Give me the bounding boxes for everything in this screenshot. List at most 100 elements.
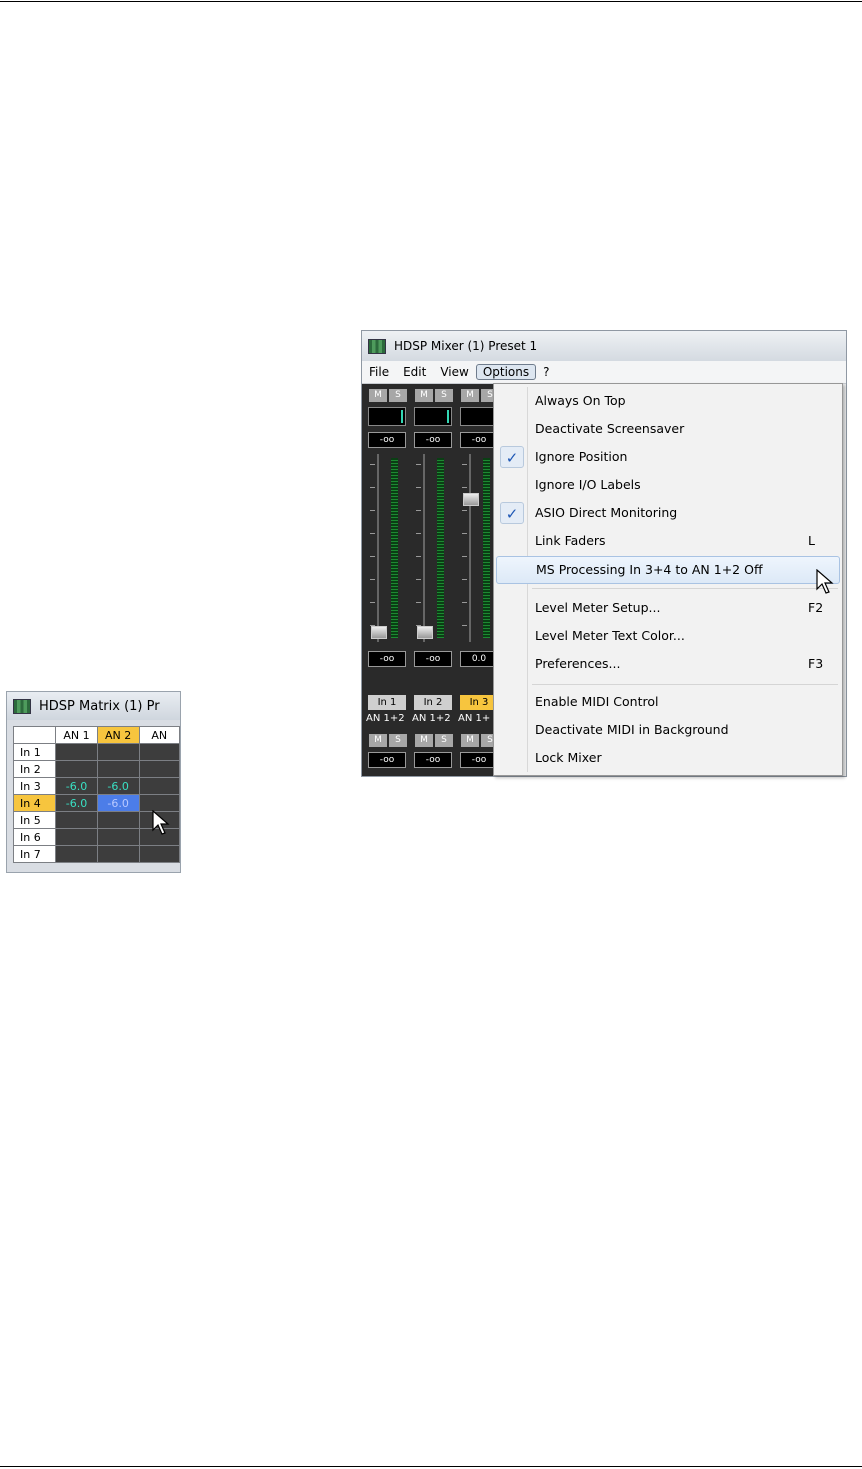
checkmark-icon: ✓ — [500, 502, 524, 524]
matrix-col-header[interactable]: AN 1 — [55, 726, 98, 744]
matrix-cell[interactable] — [96, 760, 140, 778]
matrix-cell[interactable] — [55, 811, 98, 829]
fader-handle[interactable] — [371, 626, 387, 639]
matrix-cell[interactable]: -6.0 — [55, 794, 98, 812]
fader-scale-tick — [416, 464, 421, 465]
fader-handle[interactable] — [417, 626, 433, 639]
mute-button[interactable]: M — [461, 734, 479, 747]
solo-button[interactable]: S — [435, 734, 453, 747]
menu-options[interactable]: Options — [475, 364, 537, 380]
matrix-cell[interactable] — [138, 845, 180, 863]
matrix-row-header[interactable]: In 2 — [12, 760, 57, 778]
matrix-row-header[interactable]: In 5 — [12, 811, 57, 829]
matrix-cell[interactable] — [55, 845, 98, 863]
menu-item-shortcut: L — [808, 533, 815, 548]
matrix-window: HDSP Matrix (1) Pr AN 1 AN 2 AN In 1 In … — [6, 691, 181, 873]
menu-item-ignore-position[interactable]: ✓ Ignore Position — [496, 444, 840, 472]
menu-item-deactivate-midi-background[interactable]: Deactivate MIDI in Background — [496, 717, 840, 745]
matrix-row-header[interactable]: In 4 — [12, 794, 57, 812]
channel-name-button[interactable]: In 1 — [368, 695, 406, 710]
menu-item-label: Link Faders — [535, 533, 606, 548]
channel-name-button[interactable]: In 2 — [414, 695, 452, 710]
matrix-cell[interactable] — [96, 845, 140, 863]
matrix-cell[interactable] — [55, 743, 98, 761]
menu-item-ms-processing[interactable]: MS Processing In 3+4 to AN 1+2 Off — [496, 556, 840, 584]
fader-track — [423, 454, 425, 642]
matrix-cell[interactable] — [55, 828, 98, 846]
fader-scale-tick — [462, 625, 467, 626]
mute-button[interactable]: M — [369, 389, 387, 402]
menu-edit[interactable]: Edit — [396, 364, 433, 380]
mute-button[interactable]: M — [415, 734, 433, 747]
matrix-col-header[interactable]: AN 2 — [96, 726, 140, 744]
menu-view[interactable]: View — [433, 364, 475, 380]
menu-item-ignore-io-labels[interactable]: Ignore I/O Labels — [496, 472, 840, 500]
matrix-cell[interactable] — [55, 760, 98, 778]
matrix-col-header[interactable]: AN — [138, 726, 180, 744]
matrix-cell-selected[interactable]: -6.0 — [96, 794, 140, 812]
fader-scale-tick — [370, 510, 375, 511]
matrix-cell[interactable] — [96, 743, 140, 761]
menu-separator — [532, 684, 838, 685]
menu-file[interactable]: File — [362, 364, 396, 380]
menu-item-always-on-top[interactable]: Always On Top — [496, 388, 840, 416]
bottom-rule — [0, 1466, 862, 1467]
matrix-cell[interactable] — [138, 743, 180, 761]
menu-item-enable-midi-control[interactable]: Enable MIDI Control — [496, 689, 840, 717]
menu-item-asio-direct-monitoring[interactable]: ✓ ASIO Direct Monitoring — [496, 500, 840, 528]
fader-scale-tick — [416, 602, 421, 603]
fader-value: -oo — [414, 651, 452, 667]
menu-item-preferences[interactable]: Preferences... F3 — [496, 651, 840, 679]
matrix-row-header[interactable]: In 3 — [12, 777, 57, 795]
matrix-row-header[interactable]: In 6 — [12, 828, 57, 846]
matrix-row-header[interactable]: In 7 — [12, 845, 57, 863]
mixer-title-bar[interactable]: HDSP Mixer (1) Preset 1 — [362, 331, 846, 361]
mute-button[interactable]: M — [461, 389, 479, 402]
fader-scale-tick — [462, 464, 467, 465]
menu-item-label: Always On Top — [535, 393, 626, 408]
level-display — [368, 407, 406, 426]
level-display — [414, 407, 452, 426]
matrix-cell[interactable] — [96, 828, 140, 846]
solo-button[interactable]: S — [389, 389, 407, 402]
matrix-cell[interactable] — [138, 794, 180, 812]
menu-item-level-meter-text-color[interactable]: Level Meter Text Color... — [496, 623, 840, 651]
app-icon — [13, 698, 31, 714]
fader-value: -oo — [368, 651, 406, 667]
menu-item-lock-mixer[interactable]: Lock Mixer — [496, 745, 840, 773]
solo-button[interactable]: S — [389, 734, 407, 747]
matrix-cell[interactable] — [138, 777, 180, 795]
matrix-cell[interactable]: -6.0 — [96, 777, 140, 795]
fader-handle[interactable] — [463, 493, 479, 506]
menu-item-label: ASIO Direct Monitoring — [535, 505, 678, 520]
menu-item-level-meter-setup[interactable]: Level Meter Setup... F2 — [496, 595, 840, 623]
fader-scale-tick — [416, 533, 421, 534]
level-value: -oo — [414, 752, 452, 768]
matrix-row-header[interactable]: In 1 — [12, 743, 57, 761]
fader-scale-tick — [416, 556, 421, 557]
matrix-title-bar[interactable]: HDSP Matrix (1) Pr — [7, 692, 180, 720]
channel-strip: M S -oo -oo In 1 AN 1+2 M S -oo — [366, 384, 411, 776]
matrix-cell[interactable]: -6.0 — [55, 777, 98, 795]
fader[interactable] — [368, 454, 408, 642]
menu-item-link-faders[interactable]: Link Faders L — [496, 528, 840, 556]
matrix-cell[interactable] — [96, 811, 140, 829]
matrix-corner — [12, 726, 57, 744]
menu-item-label: Ignore I/O Labels — [535, 477, 641, 492]
mute-button[interactable]: M — [415, 389, 433, 402]
solo-button[interactable]: S — [435, 389, 453, 402]
channel-output-label[interactable]: AN 1+2 — [412, 713, 457, 726]
fader-scale-tick — [370, 625, 375, 626]
menu-item-label: Ignore Position — [535, 449, 628, 464]
fader[interactable] — [414, 454, 454, 642]
app-icon — [368, 338, 386, 354]
fader-scale-tick — [370, 602, 375, 603]
level-meter — [483, 458, 490, 638]
channel-output-label[interactable]: AN 1+2 — [366, 713, 411, 726]
menu-help[interactable]: ? — [536, 364, 556, 380]
mute-button[interactable]: M — [369, 734, 387, 747]
menu-item-deactivate-screensaver[interactable]: Deactivate Screensaver — [496, 416, 840, 444]
menu-item-shortcut: F3 — [808, 656, 824, 671]
fader-scale-tick — [462, 487, 467, 488]
matrix-cell[interactable] — [138, 760, 180, 778]
